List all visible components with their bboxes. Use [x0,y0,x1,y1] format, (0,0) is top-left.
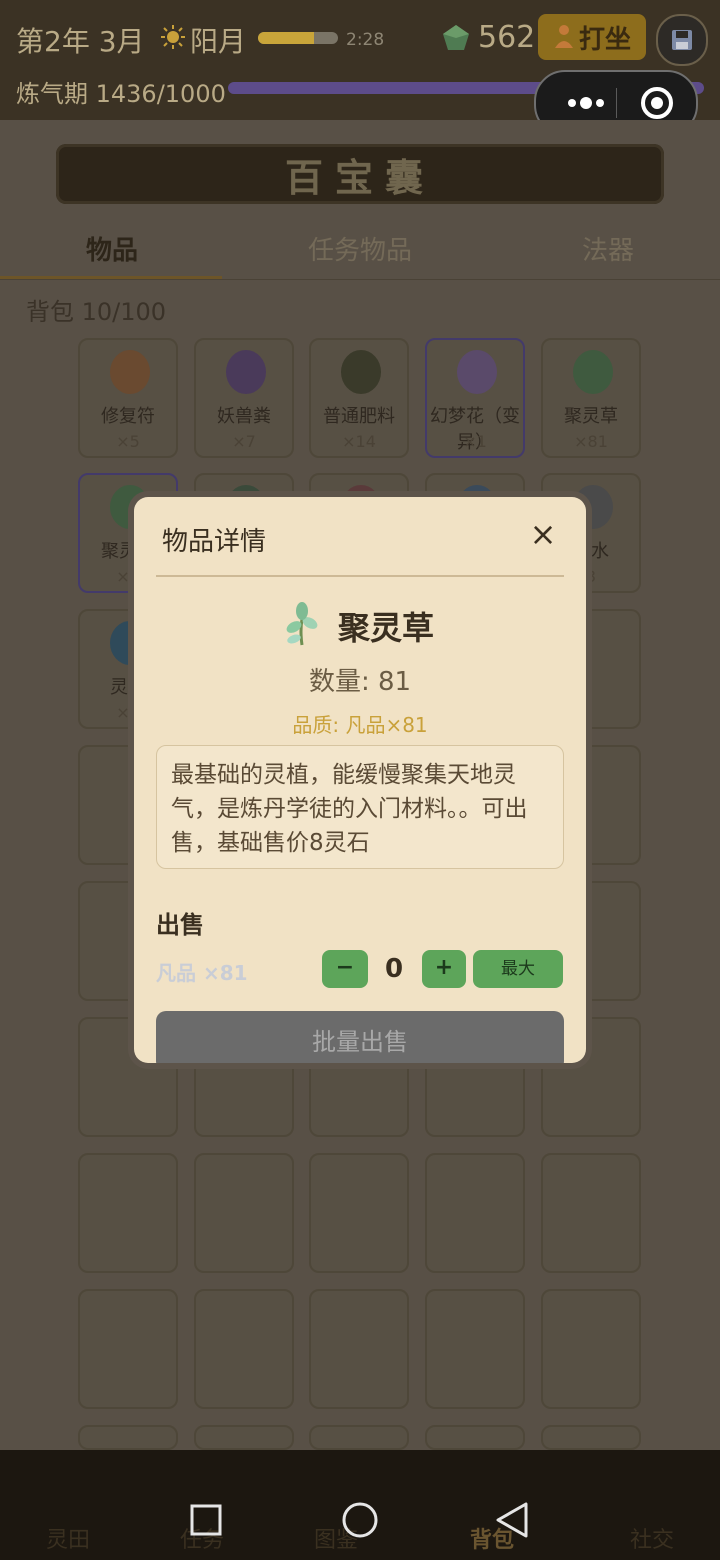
empty-slot[interactable] [78,1425,178,1450]
item-slot[interactable]: 妖兽粪 ×7 [194,338,294,458]
item-quality: 品质: 凡品×81 [292,713,428,737]
spirit-stone-icon [443,25,469,50]
floppy-disk-icon [672,30,692,50]
empty-slot[interactable] [541,1289,641,1409]
item-slot-quantity: ×5 [116,432,140,451]
empty-slot[interactable] [194,1425,294,1450]
increase-quantity-button[interactable]: + [422,950,466,988]
tab-artifacts[interactable]: 法器 [582,230,634,267]
item-slot-quantity: ×81 [574,432,608,451]
sell-quality-option[interactable]: 凡品 ×81 [156,957,248,986]
decrease-quantity-button[interactable]: − [322,950,368,988]
empty-slot[interactable] [194,1289,294,1409]
item-slot-name: 修复符 [101,406,155,427]
bag-capacity: 背包 10/100 [26,298,167,326]
fertilizer-icon [341,350,381,394]
item-detail-dialog: 物品详情 × 聚灵草 数量: 81 品质: 凡品×81 最基础的灵植，能缓慢聚集… [134,497,586,1063]
sun-icon [161,25,185,49]
empty-slot[interactable] [425,1289,525,1409]
dialog-divider [156,575,564,577]
item-slot-name: 妖兽粪 [217,406,271,427]
dialog-title: 物品详情 [162,527,267,557]
batch-sell-button[interactable]: 批量出售 [156,1011,564,1063]
save-button[interactable] [656,14,708,66]
empty-slot[interactable] [541,1425,641,1450]
empty-slot[interactable] [309,1289,409,1409]
item-slot-name: 聚灵草 [564,406,618,427]
item-slot-quantity: ×1 [463,432,487,451]
time-progress-bar [258,32,338,44]
close-icon[interactable]: × [528,518,558,550]
item-slot[interactable]: 普通肥料 ×14 [309,338,409,458]
flower-icon [457,350,497,394]
empty-slot[interactable] [309,1153,409,1273]
item-count: 数量: 81 [308,667,412,697]
item-description: 最基础的灵植，能缓慢聚集天地灵气，是炼丹学徒的入门材料。。可出售，基础售价8灵石 [156,745,564,869]
time-progress-fill [258,32,314,44]
recent-apps-icon[interactable] [190,1504,222,1536]
meditate-label: 打坐 [578,24,631,55]
herb-icon [286,602,318,646]
time-text: 2:28 [346,30,385,50]
home-icon[interactable] [342,1502,378,1538]
bag-title-banner: 百宝囊 [56,144,664,204]
sell-quantity: 0 [384,954,404,984]
talisman-icon [110,350,150,394]
item-slot-name: 普通肥料 [323,406,395,427]
max-quantity-button[interactable]: 最大 [473,950,563,988]
more-dots-icon [568,97,604,109]
tab-quest-items[interactable]: 任务物品 [308,230,412,267]
empty-slot[interactable] [541,1153,641,1273]
empty-slot[interactable] [309,1425,409,1450]
capsule-divider [616,88,617,118]
item-name: 聚灵草 [338,609,435,647]
empty-slot[interactable] [78,1153,178,1273]
item-slot[interactable]: 幻梦花（变异） ×1 [425,338,525,458]
empty-slot[interactable] [425,1425,525,1450]
cultivation-realm: 炼气期 1436/1000 [16,80,226,108]
empty-slot[interactable] [78,1289,178,1409]
bag-title: 百宝囊 [284,154,435,200]
month-name: 阳月 [190,25,247,58]
dung-icon [226,350,266,394]
empty-slot[interactable] [425,1153,525,1273]
empty-slot[interactable] [194,1153,294,1273]
meditation-icon [554,25,573,48]
meditate-button[interactable]: 打坐 [538,14,646,60]
item-slot[interactable]: 聚灵草 ×81 [541,338,641,458]
target-close-icon [641,87,673,119]
spirit-stone-count: 562 [478,20,536,55]
tab-items[interactable]: 物品 [86,230,138,267]
back-icon[interactable] [496,1502,528,1538]
sell-section-label: 出售 [156,911,204,939]
item-slot-quantity: ×14 [342,432,376,451]
system-nav-bar [190,1502,528,1538]
date-year: 第2年 3月 [16,25,145,58]
herb-icon [573,350,613,394]
item-slot[interactable]: 修复符 ×5 [78,338,178,458]
tab-divider [0,279,720,280]
item-slot-quantity: ×7 [232,432,256,451]
